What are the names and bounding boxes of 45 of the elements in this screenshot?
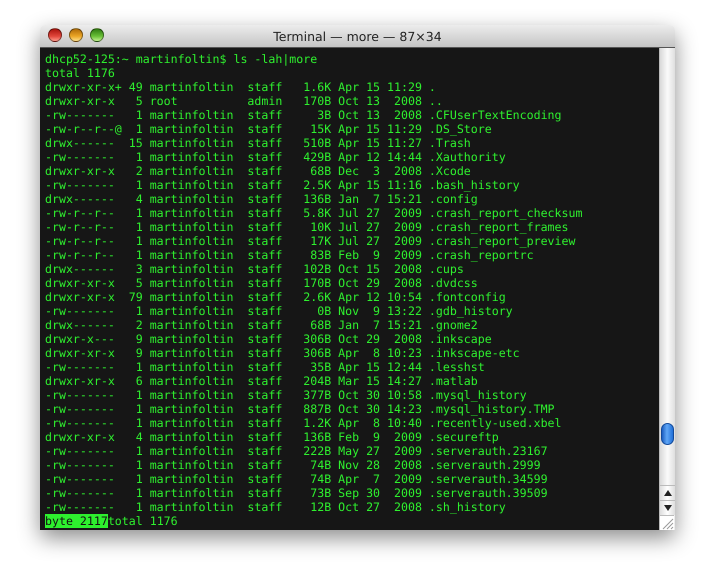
terminal-line: drwxr-xr-x 6 martinfoltin staff 204B Mar 15 14:27 .matlab: [45, 374, 478, 388]
terminal-line: drwxr-xr-x 9 martinfoltin staff 306B Apr 8 10:23 .inkscape-etc: [45, 346, 520, 360]
terminal-line: -rw------- 1 martinfoltin staff 74B Nov 28 2008 .serverauth.2999: [45, 458, 541, 472]
pager-prompt: byte 2117: [45, 514, 108, 528]
up-arrow-icon: [664, 490, 672, 496]
terminal-line: drwx------ 15 martinfoltin staff 510B Apr 15 11:27 .Trash: [45, 136, 471, 150]
terminal-line: -rw------- 1 martinfoltin staff 1.2K Apr 8 10:40 .recently-used.xbel: [45, 416, 562, 430]
window-title: Terminal — more — 87×34: [273, 28, 442, 44]
terminal-line: drwxr-xr-x+ 49 martinfoltin staff 1.6K Apr 15 11:29 .: [45, 80, 436, 94]
terminal-line: -rw------- 1 martinfoltin staff 74B Apr 7 2009 .serverauth.34599: [45, 472, 548, 486]
terminal-line: drwxr-xr-x 2 martinfoltin staff 68B Dec 3 2008 .Xcode: [45, 164, 471, 178]
terminal-line: -rw------- 1 martinfoltin staff 35B Apr 15 12:44 .lesshst: [45, 360, 485, 374]
terminal-line: dhcp52-125:~ martinfoltin$ ls -lah|more: [45, 52, 318, 66]
zoom-button[interactable]: [90, 28, 104, 42]
terminal-line: -rw-r--r-- 1 martinfoltin staff 83B Feb 9 2009 .crash_reportrc: [45, 248, 534, 262]
terminal-line: -rw------- 1 martinfoltin staff 12B Oct 27 2008 .sh_history: [45, 500, 506, 514]
scroll-up-button[interactable]: [660, 485, 675, 500]
terminal-line: drwx------ 2 martinfoltin staff 68B Jan 7 15:21 .gnome2: [45, 318, 478, 332]
terminal-line: -rw------- 1 martinfoltin staff 887B Oct 30 14:23 .mysql_history.TMP: [45, 402, 555, 416]
terminal-line: drwx------ 3 martinfoltin staff 102B Oct 15 2008 .cups: [45, 262, 464, 276]
terminal-line: drwxr-x--- 9 martinfoltin staff 306B Oct 29 2008 .inkscape: [45, 332, 492, 346]
terminal-line: total 1176: [45, 66, 115, 80]
terminal-line: drwxr-xr-x 4 martinfoltin staff 136B Feb 9 2009 .secureftp: [45, 430, 499, 444]
terminal-line: -rw-r--r-- 1 martinfoltin staff 5.8K Jul 27 2009 .crash_report_checksum: [45, 206, 582, 220]
terminal-line: -rw------- 1 martinfoltin staff 73B Sep 30 2009 .serverauth.39509: [45, 486, 548, 500]
close-button[interactable]: [48, 28, 62, 42]
terminal-line: drwxr-xr-x 5 martinfoltin staff 170B Oct 29 2008 .dvdcss: [45, 276, 478, 290]
terminal-line: drwxr-xr-x 5 root admin 170B Oct 13 2008 ..: [45, 94, 443, 108]
terminal-line: -rw-r--r-- 1 martinfoltin staff 17K Jul 27 2009 .crash_report_preview: [45, 234, 576, 248]
minimize-button[interactable]: [69, 28, 83, 42]
terminal-line: drwx------ 4 martinfoltin staff 136B Jan 7 15:21 .config: [45, 192, 478, 206]
terminal-line: -rw------- 1 martinfoltin staff 3B Oct 13 2008 .CFUserTextEncoding: [45, 108, 562, 122]
terminal-line: drwxr-xr-x 79 martinfoltin staff 2.6K Apr 12 10:54 .fontconfig: [45, 290, 506, 304]
terminal-line: total 1176: [108, 514, 178, 528]
terminal-line: -rw------- 1 martinfoltin staff 429B Apr 12 14:44 .Xauthority: [45, 150, 506, 164]
terminal-line: -rw------- 1 martinfoltin staff 222B May 27 2009 .serverauth.23167: [45, 444, 548, 458]
resize-grip-icon[interactable]: [660, 515, 674, 530]
terminal-line: -rw------- 1 martinfoltin staff 377B Oct 30 10:58 .mysql_history: [45, 388, 527, 402]
terminal-line: -rw-r--r--@ 1 martinfoltin staff 15K Apr 15 11:29 .DS_Store: [45, 122, 492, 136]
scroll-down-button[interactable]: [660, 500, 675, 515]
terminal-line: -rw------- 1 martinfoltin staff 2.5K Apr 15 11:16 .bash_history: [45, 178, 520, 192]
terminal-line: -rw------- 1 martinfoltin staff 0B Nov 9 13:22 .gdb_history: [45, 304, 513, 318]
scrollbar-thumb[interactable]: [661, 423, 674, 445]
down-arrow-icon: [664, 505, 672, 511]
terminal-line: -rw-r--r-- 1 martinfoltin staff 10K Jul 27 2009 .crash_report_frames: [45, 220, 569, 234]
